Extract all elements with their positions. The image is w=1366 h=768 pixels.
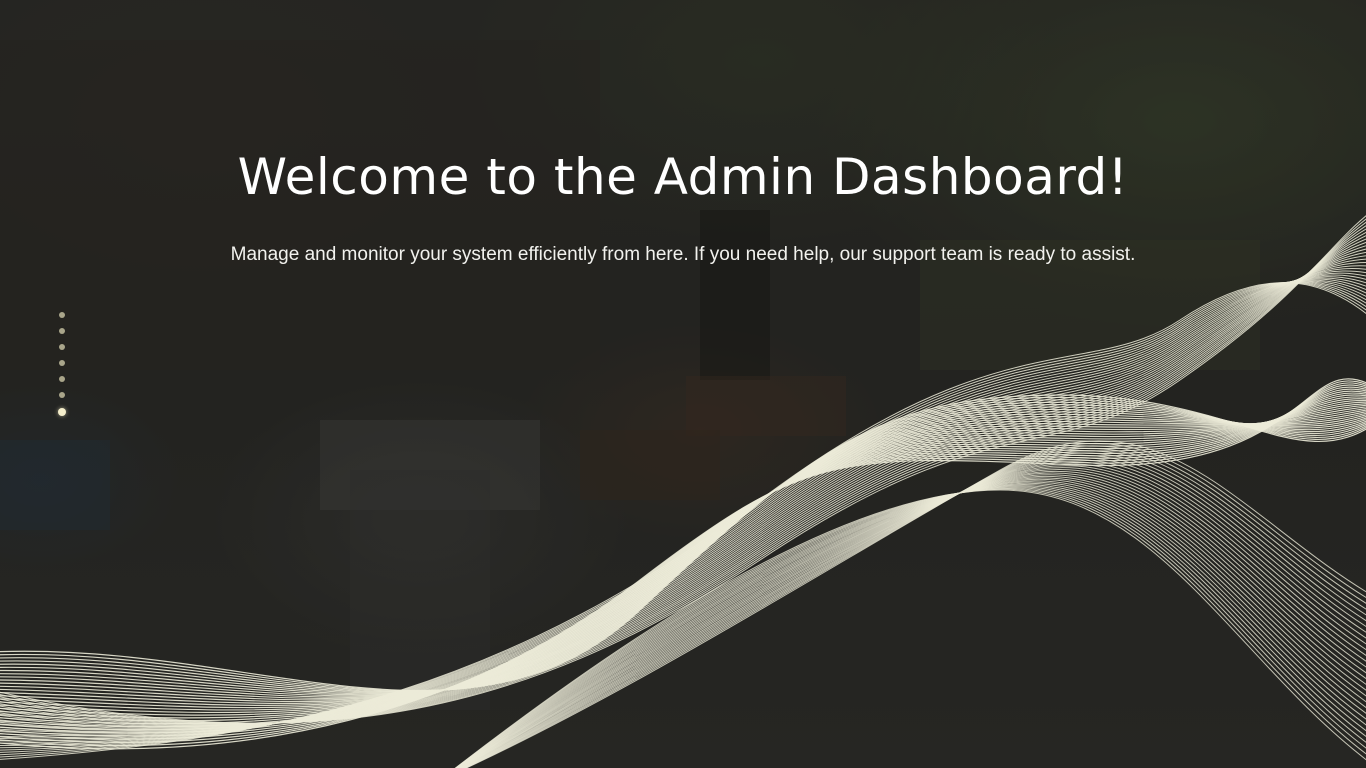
slider-dots [58, 312, 66, 426]
hero-section: Welcome to the Admin Dashboard! Manage a… [0, 0, 1366, 768]
page-title: Welcome to the Admin Dashboard! [237, 148, 1129, 206]
slide-dot-3[interactable] [59, 344, 65, 350]
slide-dot-6[interactable] [59, 392, 65, 398]
wave-line [0, 248, 1366, 728]
wave-line [464, 442, 1366, 768]
wave-line [0, 255, 1366, 730]
slide-dot-1[interactable] [59, 312, 65, 318]
wave-line [0, 274, 1366, 738]
wave-line [0, 228, 1366, 725]
decorative-wave-lines [0, 215, 1366, 768]
slide-dot-4[interactable] [59, 360, 65, 366]
wave-line [461, 454, 1366, 768]
slide-dot-7[interactable] [58, 408, 66, 416]
wave-line [0, 270, 1366, 735]
wave-line-group [0, 215, 1366, 768]
wave-line [0, 258, 1366, 730]
wave-line [463, 447, 1366, 768]
page-subtitle: Manage and monitor your system efficient… [230, 244, 1136, 265]
wave-line [463, 445, 1366, 768]
slide-dot-5[interactable] [59, 376, 65, 382]
slide-dot-2[interactable] [59, 328, 65, 334]
